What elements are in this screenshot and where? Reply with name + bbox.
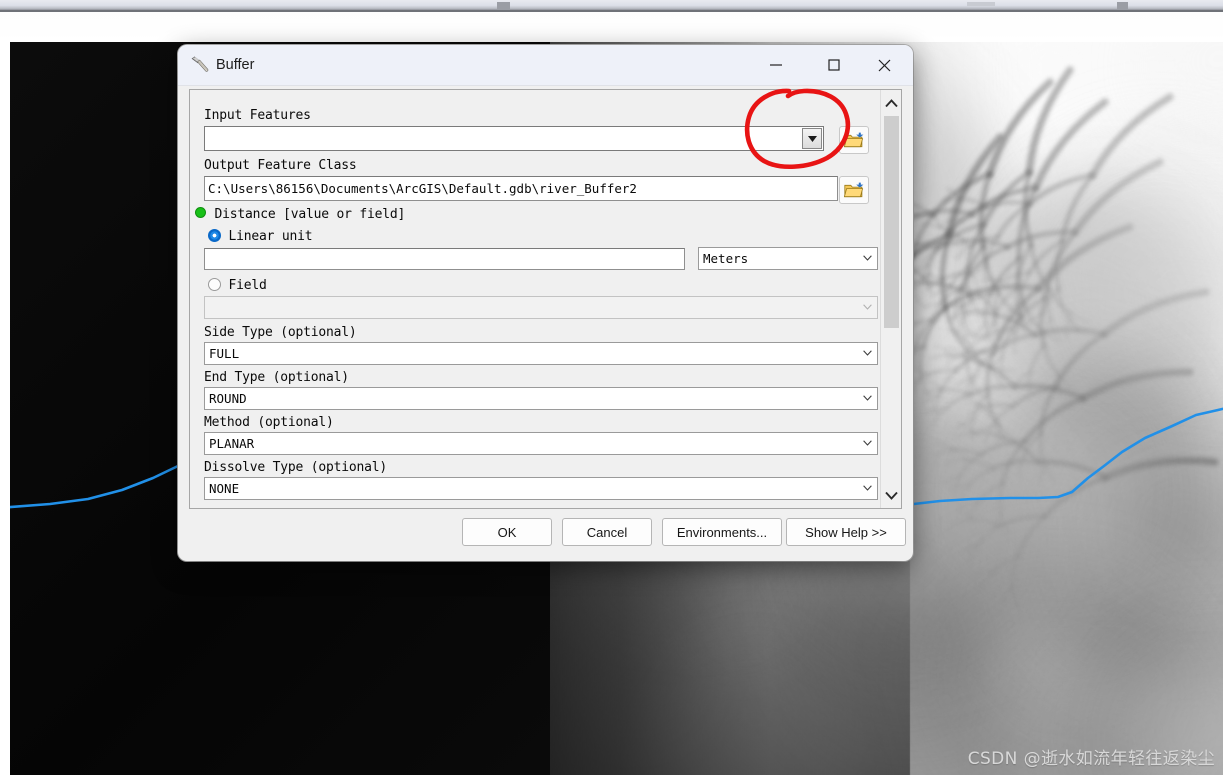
- end-type-select[interactable]: ROUND: [204, 387, 878, 410]
- minimize-icon: [769, 58, 783, 72]
- dropdown-arrow-icon: [808, 136, 817, 142]
- linear-unit-radio[interactable]: [208, 229, 221, 242]
- side-type-value: FULL: [209, 346, 239, 361]
- dialog-button-bar: OK Cancel Environments... Show Help >>: [178, 511, 913, 561]
- maximize-button[interactable]: [809, 45, 858, 85]
- dissolve-type-select[interactable]: NONE: [204, 477, 878, 500]
- folder-browse-icon: [844, 132, 864, 149]
- chevron-down-icon: [863, 304, 872, 310]
- linear-unit-units-value: Meters: [703, 251, 748, 266]
- input-features-browse-button[interactable]: [839, 126, 869, 154]
- chrome-marker-right: [1117, 2, 1128, 10]
- parameter-scrollbar[interactable]: [880, 90, 901, 508]
- buffer-dialog[interactable]: Buffer Input Features Output Feature Cla…: [178, 45, 913, 561]
- method-value: PLANAR: [209, 436, 254, 451]
- side-type-select[interactable]: FULL: [204, 342, 878, 365]
- chevron-down-icon: [863, 395, 872, 401]
- show-help-button[interactable]: Show Help >>: [786, 518, 906, 546]
- side-type-label: Side Type (optional): [204, 325, 357, 340]
- csdn-watermark: CSDN @逝水如流年轻往返染尘: [968, 744, 1215, 769]
- dialog-title: Buffer: [216, 57, 254, 73]
- cancel-button[interactable]: Cancel: [562, 518, 652, 546]
- linear-unit-units-select[interactable]: Meters: [698, 247, 878, 270]
- application-chrome-strip: [0, 0, 1223, 10]
- dialog-parameter-panel: Input Features Output Feature Class C:\U…: [189, 89, 902, 509]
- output-feature-class-label: Output Feature Class: [204, 158, 357, 173]
- chrome-marker-middle: [967, 2, 995, 6]
- application-blank-band: [0, 12, 1223, 42]
- chevron-down-icon: [863, 255, 872, 261]
- maximize-icon: [827, 58, 841, 72]
- hammer-icon: [189, 54, 211, 76]
- chrome-marker-left: [497, 2, 510, 10]
- dialog-titlebar[interactable]: Buffer: [178, 45, 913, 86]
- end-type-label: End Type (optional): [204, 370, 349, 385]
- scrollbar-thumb[interactable]: [884, 116, 899, 328]
- input-features-label: Input Features: [204, 108, 311, 123]
- chevron-down-icon: [885, 491, 898, 500]
- dissolve-type-label: Dissolve Type (optional): [204, 460, 387, 475]
- end-type-value: ROUND: [209, 391, 247, 406]
- scrollbar-up-button[interactable]: [881, 92, 901, 114]
- close-icon: [877, 58, 892, 73]
- linear-unit-label: Linear unit: [228, 229, 312, 244]
- parameter-scroll-region: Input Features Output Feature Class C:\U…: [190, 90, 882, 508]
- field-label: Field: [228, 278, 266, 293]
- output-feature-class-input[interactable]: C:\Users\86156\Documents\ArcGIS\Default.…: [204, 176, 838, 201]
- green-dot-required-icon: [195, 207, 206, 218]
- input-features-input[interactable]: [204, 126, 824, 151]
- field-radio[interactable]: [208, 278, 221, 291]
- linear-unit-value-input[interactable]: [204, 248, 685, 270]
- distance-label: Distance [value or field]: [214, 207, 405, 222]
- folder-browse-icon: [844, 182, 864, 199]
- ok-button[interactable]: OK: [462, 518, 552, 546]
- chevron-down-icon: [863, 350, 872, 356]
- chevron-down-icon: [863, 485, 872, 491]
- method-label: Method (optional): [204, 415, 334, 430]
- minimize-button[interactable]: [751, 45, 800, 85]
- river-polyline-right: [905, 404, 1223, 505]
- dissolve-type-value: NONE: [209, 481, 239, 496]
- scrollbar-down-button[interactable]: [881, 484, 901, 506]
- environments-button[interactable]: Environments...: [662, 518, 782, 546]
- output-feature-class-browse-button[interactable]: [839, 176, 869, 204]
- close-button[interactable]: [860, 45, 909, 85]
- input-features-dropdown-arrow-icon[interactable]: [802, 128, 822, 149]
- chevron-down-icon: [863, 440, 872, 446]
- method-select[interactable]: PLANAR: [204, 432, 878, 455]
- chevron-up-icon: [885, 99, 898, 108]
- field-select[interactable]: [204, 296, 878, 319]
